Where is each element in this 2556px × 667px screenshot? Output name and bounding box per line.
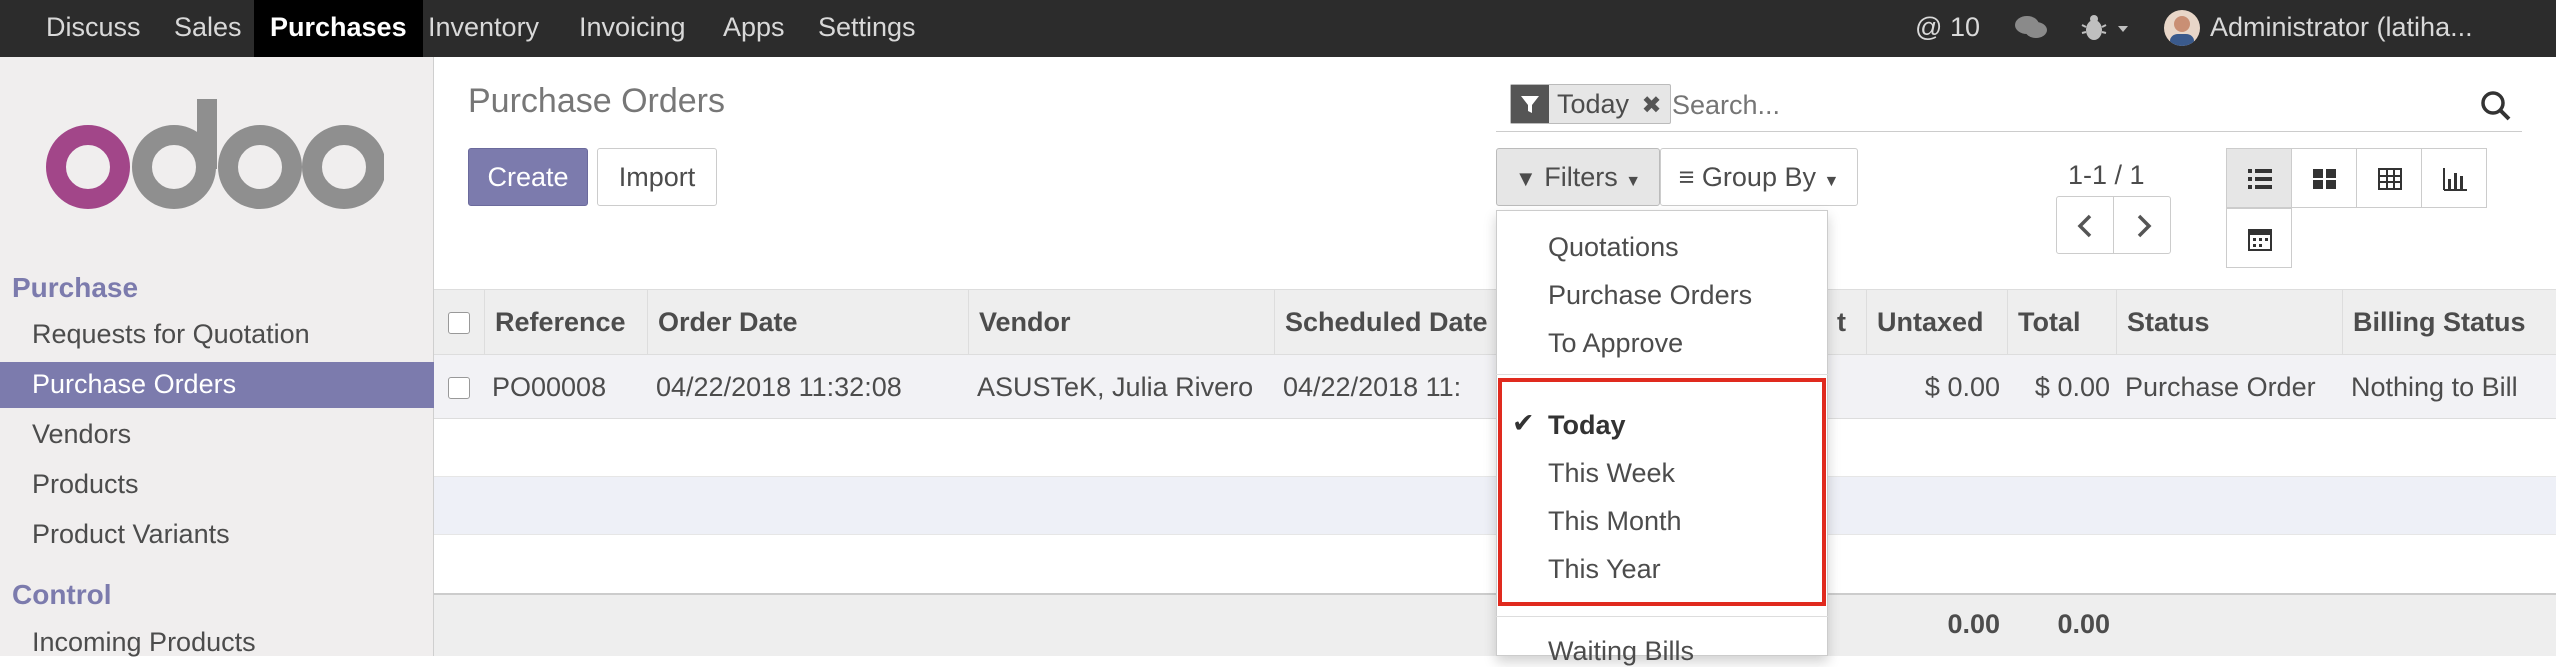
search-input[interactable] [1672,86,2452,124]
cell-vendor: ASUSTeK, Julia Rivero [977,372,1254,402]
calendar-icon [2248,229,2272,251]
footer-untaxed-sum: 0.00 [1947,609,2000,639]
menu-invoicing[interactable]: Invoicing [563,0,702,57]
sidebar-item-vendors[interactable]: Vendors [0,412,434,458]
filter-to-approve[interactable]: To Approve [1548,328,1683,359]
graph-view-button[interactable] [2421,148,2487,208]
groupby-button[interactable]: ≡ Group By ▼ [1660,148,1858,206]
column-untaxed[interactable]: Untaxed [1866,290,1984,356]
filter-icon: ▼ [1514,166,1537,191]
list-view-button[interactable] [2226,148,2292,208]
cell-billing-status: Nothing to Bill [2351,372,2518,402]
cell-status: Purchase Order [2125,372,2316,402]
column-order-date[interactable]: Order Date [647,290,798,356]
pivot-view-button[interactable] [2356,148,2422,208]
select-all-checkbox[interactable] [448,312,470,334]
chat-icon[interactable] [2014,14,2048,47]
search-box: Today ✖ [1496,82,2522,132]
menu-inventory[interactable]: Inventory [412,0,555,57]
calendar-view-button[interactable] [2226,208,2292,268]
pager-value[interactable]: 1-1 / 1 [2068,160,2145,191]
sidebar-section-control: Control [12,579,112,610]
odoo-logo[interactable] [44,99,386,230]
sidebar-item-incoming-products[interactable]: Incoming Products [0,620,434,666]
bar-chart-icon [2443,168,2467,191]
filter-today[interactable]: Today [1548,410,1626,441]
table-header: Reference Order Date Vendor Scheduled Da… [434,289,2556,356]
filter-this-month[interactable]: This Month [1548,506,1682,537]
column-status[interactable]: Status [2116,290,2210,356]
filters-button[interactable]: ▼ Filters ▼ [1496,148,1660,206]
sidebar-item-purchase-orders[interactable]: Purchase Orders [0,362,434,408]
bug-icon [2081,15,2128,40]
check-icon: ✔ [1512,408,1535,438]
menu-apps[interactable]: Apps [707,0,801,57]
footer-total-sum: 0.00 [2057,609,2110,639]
filter-this-year[interactable]: This Year [1548,554,1661,585]
caret-down-icon: ▼ [1823,173,1840,190]
search-icon[interactable] [2480,90,2512,127]
sidebar: Purchase Requests for Quotation Purchase… [0,57,434,657]
filter-facet-icon [1511,85,1549,123]
import-button[interactable]: Import [597,148,717,206]
cell-order-date: 04/22/2018 11:32:08 [656,372,902,402]
at-icon: @ [1915,12,1943,42]
mentions-button[interactable]: @ 10 [1915,0,1980,57]
empty-row [434,477,2556,535]
menu-settings[interactable]: Settings [802,0,932,57]
filter-waiting-bills[interactable]: Waiting Bills [1548,636,1694,667]
search-facet[interactable]: Today ✖ [1510,84,1671,124]
sidebar-item-product-variants[interactable]: Product Variants [0,512,434,558]
table-footer: 0.00 0.00 [434,593,2556,656]
groupby-label: Group By [1701,162,1816,192]
debug-menu[interactable] [2080,13,2140,43]
page-title: Purchase Orders [468,82,725,120]
kanban-view-icon [2313,169,2336,189]
empty-row [434,419,2556,477]
cell-reference: PO00008 [492,372,607,402]
column-scheduled-date[interactable]: Scheduled Date [1274,290,1488,356]
user-menu[interactable]: Administrator (latiha... [2210,0,2473,57]
chevron-right-icon [2137,214,2152,238]
cell-untaxed: $ 0.00 [1924,372,2000,402]
pager-previous[interactable] [2056,196,2114,254]
row-checkbox[interactable] [448,377,470,399]
table-view-icon [2378,168,2402,190]
facet-remove-icon[interactable]: ✖ [1642,87,1662,125]
mentions-count: 10 [1949,12,1980,42]
avatar[interactable] [2164,10,2200,46]
chevron-left-icon [2077,214,2092,238]
sidebar-item-rfq[interactable]: Requests for Quotation [0,312,434,358]
list-view-icon [2248,169,2272,189]
kanban-view-button[interactable] [2291,148,2357,208]
column-vendor[interactable]: Vendor [968,290,1071,356]
create-button[interactable]: Create [468,148,588,206]
sidebar-section-purchase: Purchase [12,272,139,303]
filters-label: Filters [1544,162,1618,192]
top-navbar: Discuss Sales Purchases Inventory Invoic… [0,0,2556,57]
table-row[interactable]: PO00008 04/22/2018 11:32:08 ASUSTeK, Jul… [434,355,2556,419]
filter-this-week[interactable]: This Week [1548,458,1675,489]
facet-label: Today [1557,89,1630,119]
column-total[interactable]: Total [2007,290,2081,356]
filter-quotations[interactable]: Quotations [1548,232,1679,263]
menu-sales[interactable]: Sales [158,0,258,57]
cell-total: $ 0.00 [2034,372,2110,402]
dropdown-divider [1496,616,1828,617]
pager-next[interactable] [2113,196,2171,254]
caret-down-icon: ▼ [1625,173,1642,190]
menu-discuss[interactable]: Discuss [30,0,157,57]
list-icon: ≡ [1678,162,1695,192]
empty-row [434,535,2556,593]
menu-purchases[interactable]: Purchases [254,0,423,57]
column-reference[interactable]: Reference [484,290,626,356]
column-billing-status[interactable]: Billing Status [2342,290,2526,356]
sidebar-item-products[interactable]: Products [0,462,434,508]
dropdown-divider [1496,374,1828,375]
filter-purchase-orders[interactable]: Purchase Orders [1548,280,1752,311]
